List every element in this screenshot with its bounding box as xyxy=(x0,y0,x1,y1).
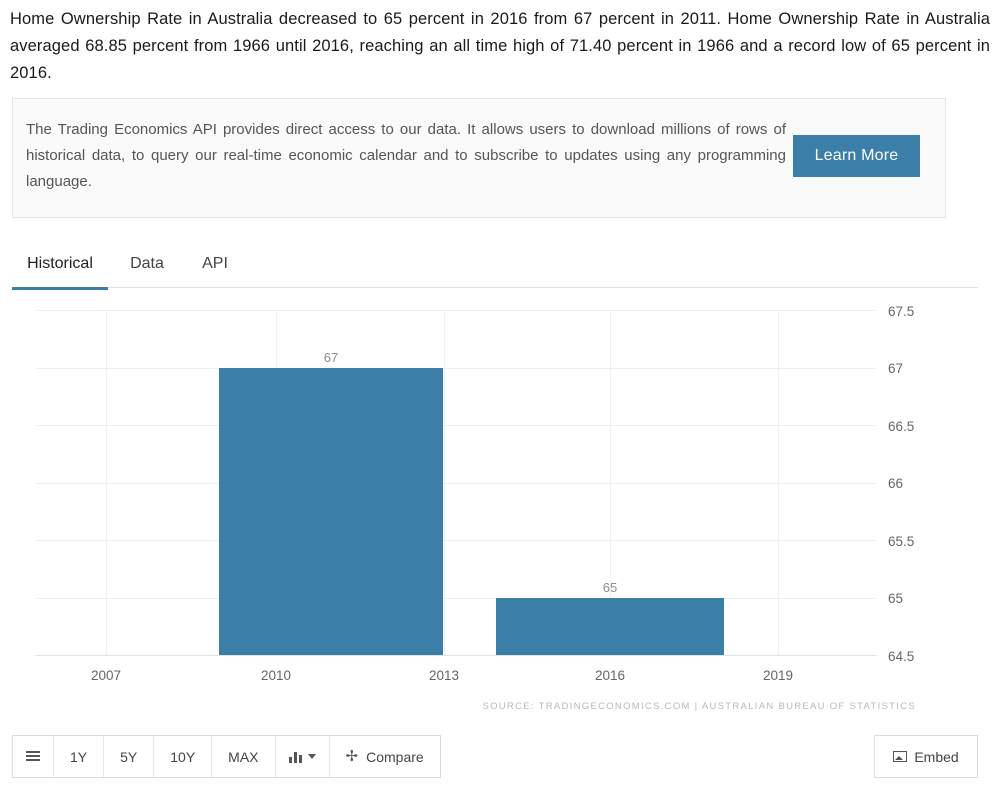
ytick-64-5: 64.5 xyxy=(888,649,915,664)
bar-label-2016: 65 xyxy=(602,580,618,595)
tab-historical[interactable]: Historical xyxy=(12,243,108,290)
bar-2016[interactable] xyxy=(496,598,724,655)
ytick-65-5: 65.5 xyxy=(888,534,915,549)
tab-api[interactable]: API xyxy=(194,243,236,287)
shuffle-icon: ✢ xyxy=(345,748,359,765)
ytick-67: 67 xyxy=(888,361,904,376)
vertical-gridline-2019 xyxy=(778,310,779,655)
gridline-67 xyxy=(36,368,876,369)
toolbar-left-group: 1Y 5Y 10Y MAX ✢ Compare xyxy=(12,735,441,778)
compare-button[interactable]: ✢ Compare xyxy=(329,736,440,777)
vertical-gridline-2013 xyxy=(444,310,445,655)
chart-container: 67 65 2007 2010 2013 2016 2019 67.5 67 6… xyxy=(12,296,978,716)
range-max-button[interactable]: MAX xyxy=(212,736,276,777)
tab-data[interactable]: Data xyxy=(122,243,172,287)
bar-chart-icon xyxy=(288,751,303,763)
list-view-button[interactable] xyxy=(13,736,54,777)
bar-2011[interactable] xyxy=(219,368,443,655)
list-icon xyxy=(26,750,40,763)
bar-label-2011: 67 xyxy=(323,350,339,365)
gridline-67-5 xyxy=(36,310,876,311)
range-10y-button[interactable]: 10Y xyxy=(154,736,213,777)
xtick-2013: 2013 xyxy=(428,668,460,683)
page-root: Home Ownership Rate in Australia decreas… xyxy=(0,0,1000,802)
xtick-2007: 2007 xyxy=(90,668,122,683)
embed-label: Embed xyxy=(914,748,959,765)
intro-paragraph: Home Ownership Rate in Australia decreas… xyxy=(10,10,990,82)
tab-bar: Historical Data API xyxy=(12,243,978,290)
vertical-gridline-2007 xyxy=(106,310,107,655)
xtick-2016: 2016 xyxy=(594,668,626,683)
chart-type-button[interactable] xyxy=(275,736,330,777)
axis-baseline xyxy=(36,655,876,656)
gridline-65-5 xyxy=(36,540,876,541)
chart-source-note: SOURCE: TRADINGECONOMICS.COM | AUSTRALIA… xyxy=(482,701,916,712)
gridline-65 xyxy=(36,598,876,599)
chevron-down-icon xyxy=(307,754,316,759)
gridline-66-5 xyxy=(36,425,876,426)
ytick-67-5: 67.5 xyxy=(888,304,915,319)
api-promo-box: The Trading Economics API provides direc… xyxy=(12,98,946,218)
ytick-65: 65 xyxy=(888,591,904,606)
learn-more-button[interactable]: Learn More xyxy=(793,135,920,177)
chart-toolbar: 1Y 5Y 10Y MAX ✢ Compare Embed xyxy=(12,735,978,780)
compare-label: Compare xyxy=(366,748,424,765)
xtick-2019: 2019 xyxy=(762,668,794,683)
range-5y-button[interactable]: 5Y xyxy=(104,736,155,777)
embed-button[interactable]: Embed xyxy=(874,735,978,778)
ytick-66-5: 66.5 xyxy=(888,419,915,434)
gridline-66 xyxy=(36,483,876,484)
range-1y-button[interactable]: 1Y xyxy=(54,736,105,777)
api-promo-text: The Trading Economics API provides direc… xyxy=(26,121,786,190)
xtick-2010: 2010 xyxy=(260,668,292,683)
image-icon xyxy=(893,751,908,762)
ytick-66: 66 xyxy=(888,476,904,491)
chart-plot-area: 67 65 2007 2010 2013 2016 2019 xyxy=(36,310,876,683)
